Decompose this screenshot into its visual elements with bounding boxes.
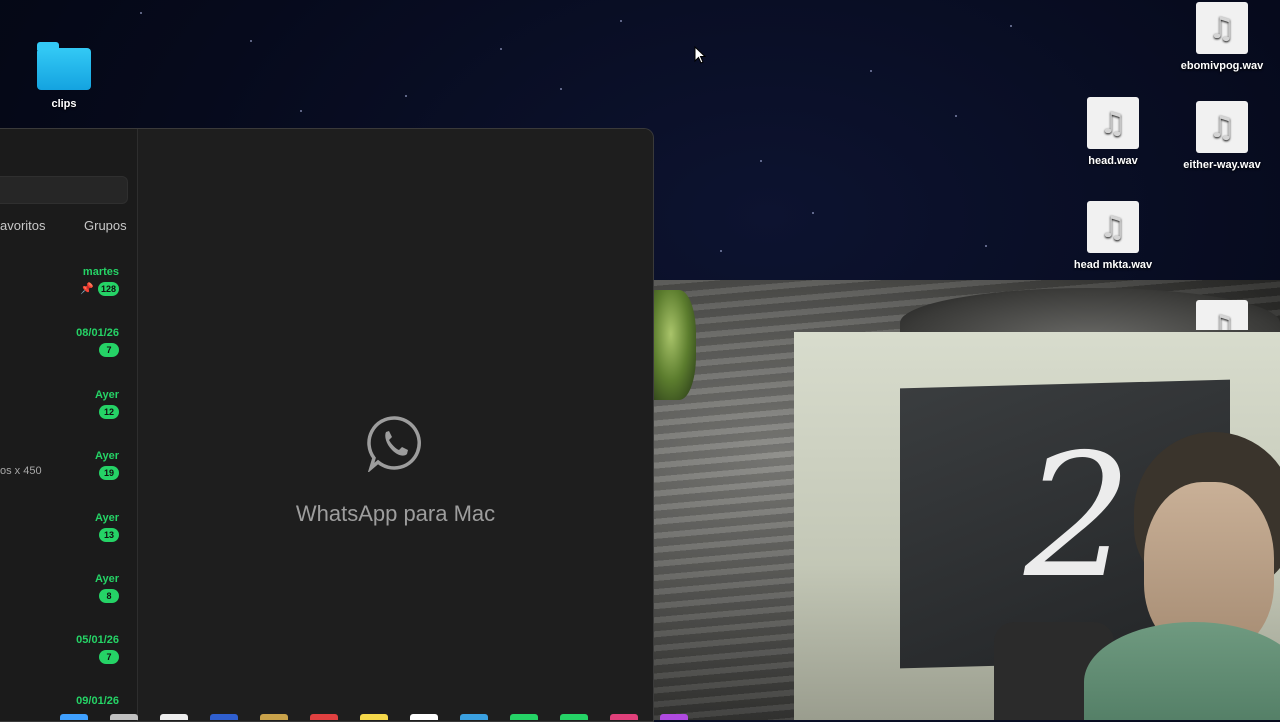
chat-date: 08/01/26 — [76, 327, 119, 339]
tree — [654, 290, 696, 400]
chat-row-2[interactable]: 08/01/26 7 — [76, 327, 119, 358]
music-note-icon: ♫ — [1087, 97, 1139, 149]
chat-date: 05/01/26 — [76, 634, 119, 646]
unread-badge: 19 — [99, 466, 119, 480]
dock-item[interactable] — [210, 714, 238, 720]
dock — [40, 714, 800, 720]
chat-row-7[interactable]: 05/01/26 7 — [76, 634, 119, 665]
chat-date: Ayer — [94, 450, 119, 462]
chat-sidebar: avoritos Grupos martes 📌 128 08/01/26 7 A… — [0, 129, 138, 721]
search-input[interactable] — [0, 176, 128, 204]
chat-row-6[interactable]: Ayer 8 — [95, 573, 119, 604]
music-note-icon: ♫ — [1196, 300, 1248, 330]
file-label: head.wav — [1088, 155, 1138, 167]
file-label: ebomivpog.wav — [1180, 60, 1264, 72]
unread-badge: 13 — [99, 528, 119, 542]
chat-row-5[interactable]: Ayer 13 — [95, 512, 119, 543]
dock-item[interactable] — [310, 714, 338, 720]
pin-icon: 📌 — [80, 283, 94, 295]
desktop-file-partial[interactable]: ♫ — [1196, 300, 1248, 330]
file-label: either-way.wav — [1183, 159, 1261, 171]
dock-item[interactable] — [660, 714, 688, 720]
folder-label: clips — [51, 98, 77, 110]
desktop-file-head[interactable]: ♫ head.wav — [1072, 97, 1154, 167]
dock-item[interactable] — [60, 714, 88, 720]
desktop-folder-clips[interactable]: clips — [30, 42, 98, 110]
chat-date: Ayer — [94, 573, 119, 585]
chat-row-3[interactable]: Ayer 12 — [95, 389, 119, 420]
dock-item[interactable] — [460, 714, 488, 720]
chat-date: 09/01/26 — [76, 695, 119, 707]
unread-badge: 7 — [99, 343, 119, 357]
mouse-cursor-icon — [694, 46, 706, 64]
dock-item[interactable] — [110, 714, 138, 720]
folder-icon — [37, 42, 91, 90]
chat-date: Ayer — [94, 512, 119, 524]
webcam-feed: 2 — [794, 332, 1280, 720]
dock-item[interactable] — [160, 714, 188, 720]
music-note-icon: ♫ — [1087, 201, 1139, 253]
file-label: head mkta.wav — [1073, 259, 1153, 271]
desktop-file-ebomivpog[interactable]: ♫ ebomivpog.wav — [1172, 2, 1272, 72]
whatsapp-window: avoritos Grupos martes 📌 128 08/01/26 7 A… — [0, 128, 654, 722]
dock-item[interactable] — [410, 714, 438, 720]
dock-item[interactable] — [260, 714, 288, 720]
welcome-title: WhatsApp para Mac — [295, 501, 496, 526]
flag-emblem: 2 — [1024, 418, 1133, 616]
unread-badge: 128 — [97, 282, 119, 296]
chat-date: Ayer — [94, 389, 119, 401]
desktop-file-either-way[interactable]: ♫ either-way.wav — [1172, 101, 1272, 171]
tab-grupos[interactable]: Grupos — [84, 218, 127, 233]
tab-favoritos[interactable]: avoritos — [0, 218, 46, 233]
chat-placeholder-panel: WhatsApp para Mac — [138, 129, 653, 721]
unread-badge: 8 — [99, 589, 119, 603]
chat-row-8[interactable]: 09/01/26 — [76, 695, 119, 707]
dock-item[interactable] — [510, 714, 538, 720]
chat-row-1[interactable]: martes 📌 128 — [80, 266, 119, 297]
chat-snippet: os x 450 — [0, 465, 42, 477]
unread-badge: 12 — [99, 405, 119, 419]
music-note-icon: ♫ — [1196, 101, 1248, 153]
dock-item[interactable] — [610, 714, 638, 720]
chat-date: martes — [82, 266, 119, 278]
chat-row-4[interactable]: Ayer 19 — [95, 450, 119, 481]
music-note-icon: ♫ — [1196, 2, 1248, 54]
whatsapp-logo-icon — [367, 416, 421, 472]
dock-item[interactable] — [360, 714, 388, 720]
dock-item[interactable] — [560, 714, 588, 720]
unread-badge: 7 — [99, 650, 119, 664]
desktop-file-head-mkta[interactable]: ♫ head mkta.wav — [1068, 201, 1158, 271]
